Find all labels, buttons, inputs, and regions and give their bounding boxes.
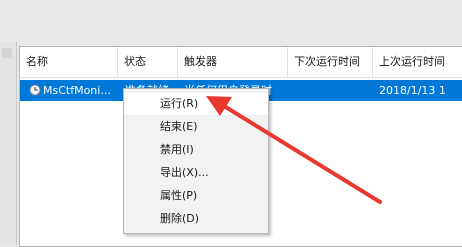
menu-item-end[interactable]: 结束(E) [124, 116, 268, 138]
scroll-thumb[interactable] [2, 48, 12, 58]
column-header-next-run[interactable]: 下次运行时间 [288, 47, 373, 77]
menu-item-delete[interactable]: 删除(D) [124, 208, 268, 230]
column-header-status[interactable]: 状态 [118, 47, 178, 77]
clock-icon [29, 84, 41, 96]
column-header-trigger[interactable]: 触发器 [178, 47, 288, 77]
context-menu: 运行(R) 结束(E) 禁用(I) 导出(X)... 属性(P) 删除(D) [123, 88, 269, 234]
menu-item-disable[interactable]: 禁用(I) [124, 139, 268, 161]
column-header-name[interactable]: 名称 [20, 47, 118, 77]
left-pane[interactable] [0, 42, 17, 245]
menu-item-properties[interactable]: 属性(P) [124, 185, 268, 207]
top-strip [0, 0, 462, 42]
task-name: MsCtfMoni... [43, 84, 111, 97]
task-last-run: 2018/1/13 1 [379, 84, 446, 97]
task-next-run [294, 80, 374, 101]
column-header-row: 名称 状态 触发器 下次运行时间 上次运行时间 [20, 47, 462, 78]
column-header-last-run[interactable]: 上次运行时间 [373, 47, 462, 77]
menu-item-export[interactable]: 导出(X)... [124, 162, 268, 184]
menu-item-run[interactable]: 运行(R) [124, 93, 268, 115]
